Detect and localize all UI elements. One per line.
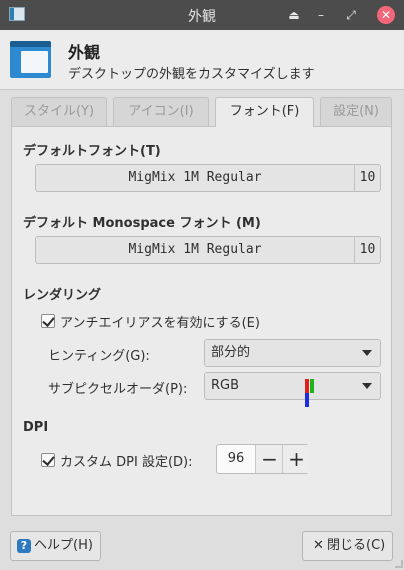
subpixel-value: RGB [211, 378, 240, 393]
rendering-heading: レンダリング [23, 288, 102, 303]
title-bar[interactable]: 外観 ⏏ – ⤢ ✕ [0, 0, 404, 30]
mono-font-heading: デフォルト Monospace フォント (M) [23, 216, 261, 231]
close-button-label: 閉じる(C) [327, 538, 386, 553]
dialog-header: 外観 デスクトップの外観をカスタマイズします [0, 30, 404, 90]
tab-settings[interactable]: 設定(N) [320, 97, 392, 126]
help-button[interactable]: ? ヘルプ(H) [10, 531, 101, 561]
tab-fonts[interactable]: フォント(F) [215, 97, 314, 127]
help-button-label: ヘルプ(H) [34, 538, 93, 553]
minimize-icon[interactable]: – [313, 7, 329, 23]
shade-icon[interactable]: ⏏ [286, 7, 302, 23]
custom-dpi-checkbox[interactable] [41, 453, 55, 467]
dpi-value[interactable]: 96 [217, 445, 255, 473]
subpixel-label: サブピクセルオーダ(P): [48, 382, 188, 397]
hinting-select[interactable]: 部分的 [204, 339, 381, 367]
default-font-size: 10 [359, 170, 376, 185]
dpi-spinbox[interactable]: 96 − + [216, 444, 310, 474]
mono-font-button[interactable]: MigMix 1M Regular 10 [35, 236, 381, 264]
default-font-heading: デフォルトフォント(T) [23, 144, 161, 159]
header-title: 外観 [68, 43, 101, 62]
tab-icons[interactable]: アイコン(I) [113, 97, 209, 126]
default-font-button[interactable]: MigMix 1M Regular 10 [35, 164, 381, 192]
appearance-window: 外観 ⏏ – ⤢ ✕ 外観 デスクトップの外観をカスタマイズします スタイル(Y… [0, 0, 404, 570]
default-font-name: MigMix 1M Regular [128, 170, 262, 185]
antialias-label[interactable]: アンチエイリアスを有効にする(E) [60, 312, 260, 331]
hinting-value: 部分的 [211, 345, 251, 360]
close-window-icon[interactable]: ✕ [377, 6, 395, 24]
dpi-increment-button[interactable]: + [282, 445, 310, 473]
tab-style[interactable]: スタイル(Y) [11, 97, 107, 126]
dpi-heading: DPI [23, 420, 49, 435]
help-icon: ? [17, 539, 31, 553]
appearance-icon [10, 41, 51, 78]
chevron-down-icon [362, 350, 372, 356]
mono-font-name: MigMix 1M Regular [128, 242, 262, 257]
mono-font-size: 10 [359, 242, 376, 257]
chevron-down-icon [362, 383, 372, 389]
rgb-subpixel-icon [305, 379, 319, 407]
close-icon: ✕ [313, 538, 324, 553]
resize-grip[interactable] [395, 560, 403, 568]
maximize-icon[interactable]: ⤢ [343, 7, 359, 23]
dpi-decrement-button[interactable]: − [255, 445, 283, 473]
header-subtitle: デスクトップの外観をカスタマイズします [68, 67, 315, 82]
antialias-checkbox[interactable] [41, 314, 55, 328]
custom-dpi-label[interactable]: カスタム DPI 設定(D): [60, 451, 192, 470]
subpixel-select[interactable]: RGB [204, 372, 381, 407]
close-button[interactable]: ✕ 閉じる(C) [302, 531, 393, 561]
hinting-label: ヒンティング(G): [48, 349, 150, 364]
